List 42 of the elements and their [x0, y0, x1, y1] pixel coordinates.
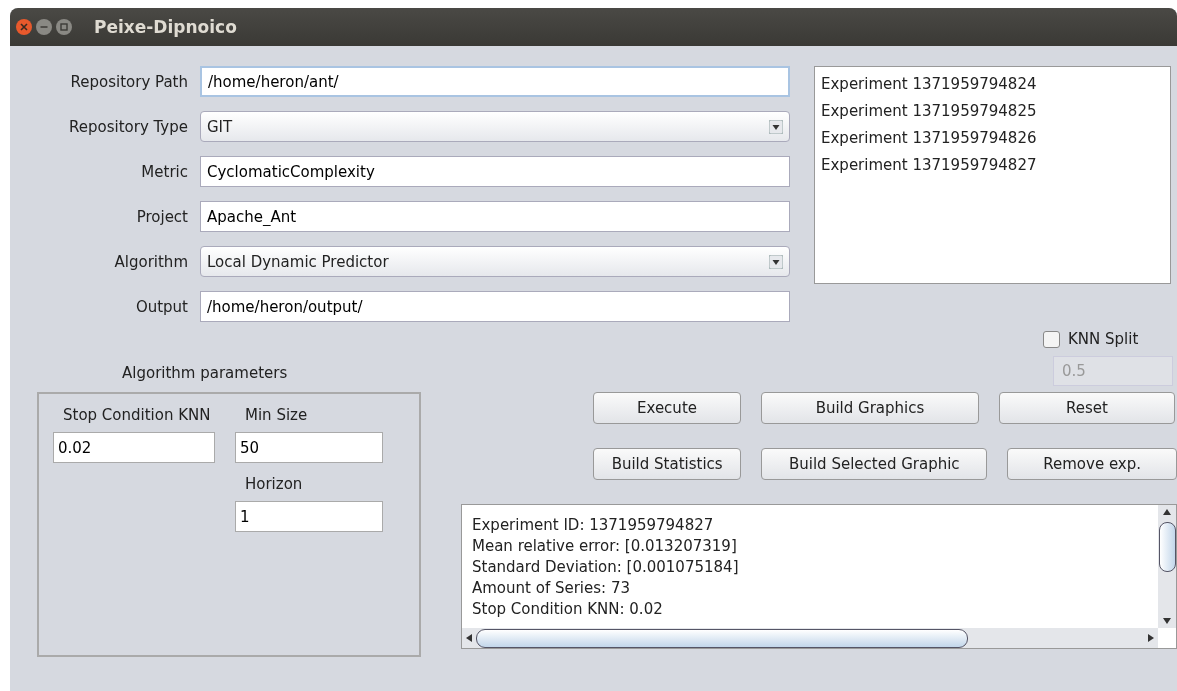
action-button[interactable]: Remove exp.	[1007, 448, 1177, 480]
field-label: Min Size	[244, 406, 308, 424]
field-label: Project	[135, 207, 189, 226]
dropdown[interactable]: GIT	[200, 111, 790, 142]
output-line: Amount of Series: 73	[472, 578, 631, 599]
output-line: Stop Condition KNN: 0.02	[472, 599, 664, 620]
action-button[interactable]: Execute	[593, 392, 741, 424]
action-button[interactable]: Reset	[999, 392, 1175, 424]
text-field[interactable]: /home/heron/ant/	[200, 66, 790, 97]
action-button[interactable]: Build Graphics	[761, 392, 979, 424]
text-field[interactable]: 1	[235, 501, 383, 532]
vertical-scrollbar[interactable]	[1158, 505, 1176, 628]
field-label: Repository Path	[69, 72, 189, 91]
dropdown-arrow-icon	[769, 119, 783, 134]
output-line: Standard Deviation: [0.001075184]	[472, 557, 740, 578]
field-label: Horizon	[244, 475, 303, 493]
text-field[interactable]: 50	[235, 432, 383, 463]
close-icon[interactable]	[16, 19, 32, 35]
list-item[interactable]: Experiment 1371959794825	[821, 98, 1164, 125]
text-field[interactable]: /home/heron/output/	[200, 291, 790, 322]
field-label: Stop Condition KNN	[62, 406, 211, 424]
output-line: Mean relative error: [0.013207319]	[472, 536, 738, 557]
text-field[interactable]: Apache_Ant	[200, 201, 790, 232]
maximize-icon[interactable]	[56, 19, 72, 35]
field-label: Metric	[140, 162, 189, 181]
field-label: Algorithm	[113, 252, 189, 271]
field-label: Output	[134, 297, 189, 316]
section-label: Algorithm parameters	[122, 364, 288, 382]
field-label: Repository Type	[68, 117, 189, 136]
output-line: Experiment ID: 1371959794827	[472, 515, 715, 536]
dropdown-arrow-icon	[769, 254, 783, 269]
minimize-icon[interactable]	[36, 19, 52, 35]
horizontal-scrollbar[interactable]	[462, 628, 1158, 648]
text-field[interactable]: 0.02	[53, 432, 215, 463]
action-button[interactable]: Build Selected Graphic	[761, 448, 988, 480]
list-item[interactable]: Experiment 1371959794826	[821, 125, 1164, 152]
text-field[interactable]: CyclomaticComplexity	[200, 156, 790, 187]
list-item[interactable]: Experiment 1371959794827	[821, 152, 1164, 179]
list-item[interactable]: Experiment 1371959794824	[821, 71, 1164, 98]
action-button[interactable]: Build Statistics	[593, 448, 742, 480]
window-title: Peixe-Dipnoico	[94, 17, 237, 37]
dropdown[interactable]: Local Dynamic Predictor	[200, 246, 790, 277]
